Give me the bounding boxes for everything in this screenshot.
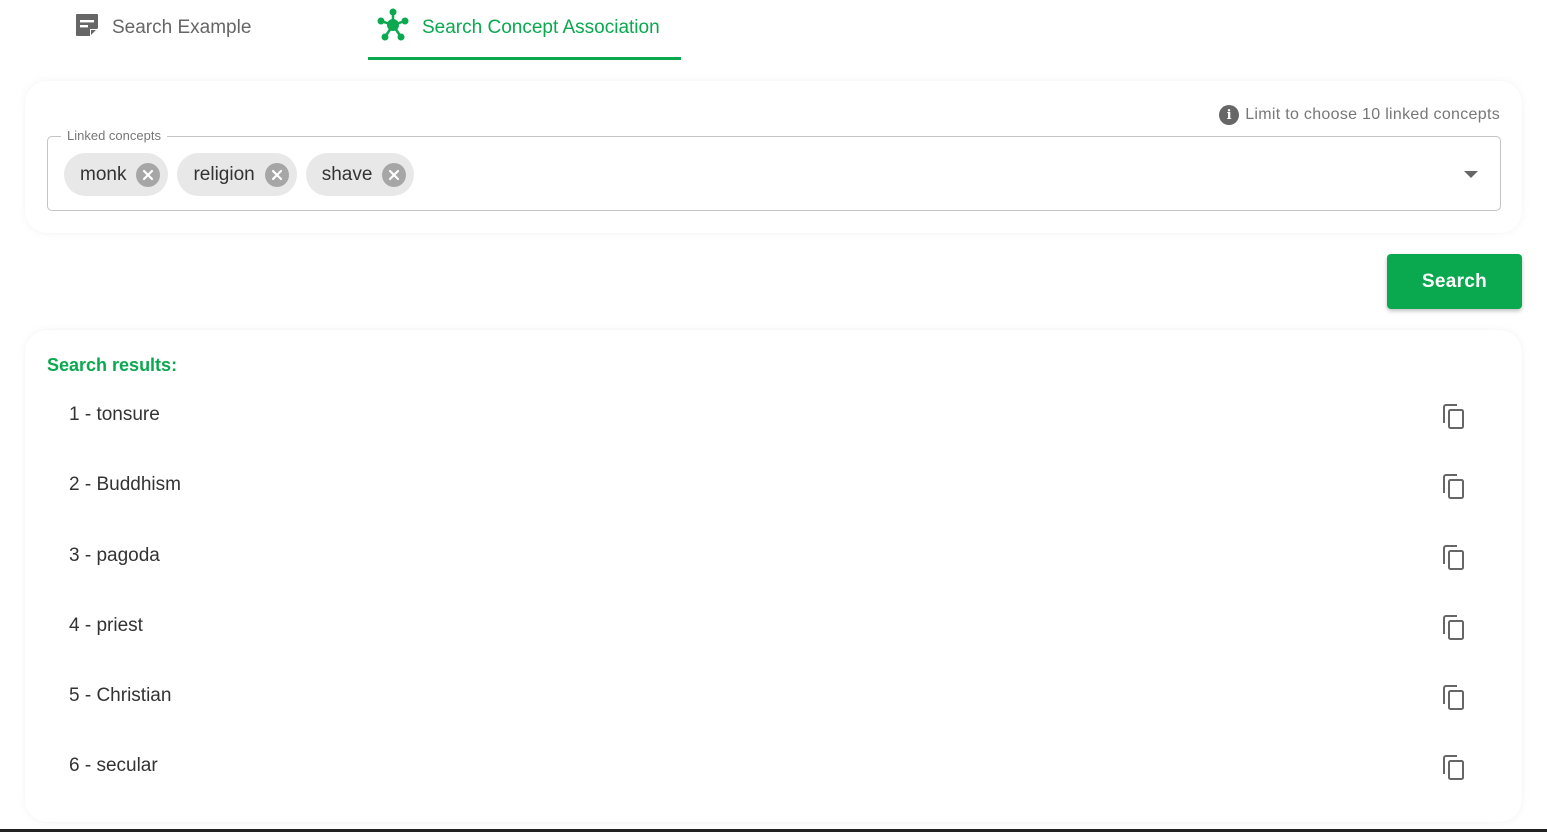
result-text: 6 - secular — [69, 755, 158, 777]
copy-icon[interactable] — [1441, 754, 1467, 782]
linked-concepts-card: i Limit to choose 10 linked concepts Lin… — [25, 81, 1522, 233]
search-button[interactable]: Search — [1387, 254, 1522, 309]
search-results-card: Search results: 1 - tonsure 2 - Buddhism… — [25, 330, 1522, 822]
tab-label: Search Example — [112, 17, 252, 38]
linked-concepts-label: Linked concepts — [61, 128, 167, 143]
chip-label: monk — [80, 163, 127, 185]
result-item: 4 - priest — [25, 590, 1522, 660]
result-item: 6 - secular — [25, 730, 1522, 800]
linked-concepts-select[interactable]: Linked concepts monk religion shave — [47, 128, 1501, 211]
tab-bar: Search Example Search Concept Associatio… — [60, 0, 681, 60]
result-item: 3 - pagoda — [25, 520, 1522, 590]
result-item: 5 - Christian — [25, 660, 1522, 730]
note-icon — [74, 12, 100, 44]
result-text: 4 - priest — [69, 614, 143, 636]
remove-chip-button[interactable] — [136, 162, 161, 187]
tab-search-example[interactable]: Search Example — [60, 0, 368, 60]
result-list: 1 - tonsure 2 - Buddhism 3 - pagoda 4 - … — [25, 379, 1522, 801]
result-text: 5 - Christian — [69, 685, 172, 707]
chip-monk: monk — [64, 153, 169, 196]
chip-shave: shave — [305, 153, 415, 196]
tab-label: Search Concept Association — [422, 17, 660, 38]
close-icon — [143, 169, 154, 180]
chip-religion: religion — [177, 153, 297, 196]
dropdown-arrow-icon[interactable] — [1464, 171, 1478, 178]
info-icon: i — [1219, 105, 1240, 125]
network-icon — [376, 8, 410, 48]
copy-icon[interactable] — [1441, 614, 1467, 642]
copy-icon[interactable] — [1441, 403, 1467, 431]
chip-label: religion — [193, 163, 255, 185]
result-text: 3 - pagoda — [69, 544, 160, 566]
tab-search-concept-association[interactable]: Search Concept Association — [368, 0, 681, 60]
remove-chip-button[interactable] — [264, 162, 289, 187]
close-icon — [271, 169, 282, 180]
result-text: 2 - Buddhism — [69, 474, 181, 496]
limit-note-text: Limit to choose 10 linked concepts — [1245, 106, 1500, 123]
copy-icon[interactable] — [1441, 544, 1467, 572]
chip-label: shave — [321, 163, 373, 185]
result-item: 2 - Buddhism — [25, 449, 1522, 519]
result-text: 1 - tonsure — [69, 404, 160, 425]
close-icon — [389, 169, 400, 180]
copy-icon[interactable] — [1441, 684, 1467, 712]
remove-chip-button[interactable] — [382, 162, 407, 187]
copy-icon[interactable] — [1441, 473, 1467, 501]
limit-note: i Limit to choose 10 linked concepts — [1219, 105, 1500, 125]
results-title: Search results: — [47, 355, 178, 375]
chip-list: monk religion shave — [64, 153, 415, 196]
result-item: 1 - tonsure — [25, 379, 1522, 449]
